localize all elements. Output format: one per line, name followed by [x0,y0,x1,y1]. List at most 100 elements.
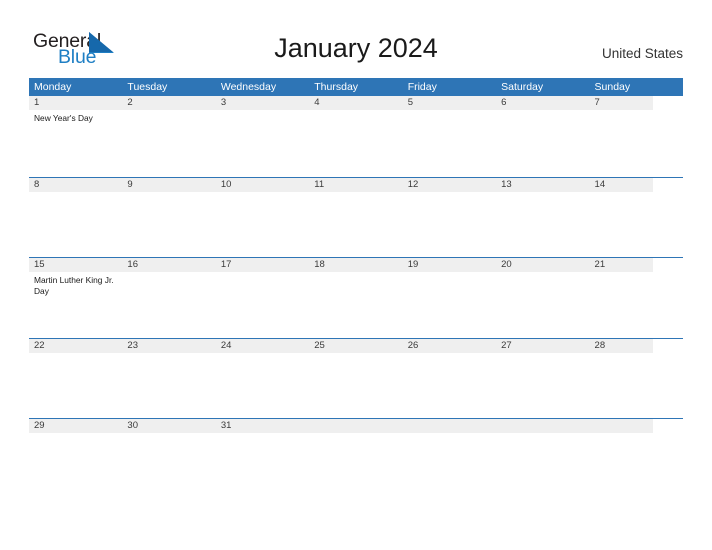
day-cell[interactable]: 3 [216,96,309,124]
day-cell[interactable]: 24 [216,339,309,356]
day-event: Martin Luther King Jr. Day [34,275,114,296]
day-events [34,433,122,436]
day-cell[interactable]: 12 [403,178,496,195]
day-number: 10 [220,178,232,190]
day-cell[interactable]: 20 [496,258,589,296]
day-number: 25 [314,339,325,351]
weekday-header-tuesday: Tuesday [127,81,168,93]
day-events: Martin Luther King Jr. Day [34,272,122,296]
day-cell[interactable]: 15 Martin Luther King Jr. Day [29,258,122,296]
day-number: 18 [314,259,325,270]
day-number: 5 [407,97,413,108]
day-events [314,192,402,195]
day-cell[interactable]: 10 [216,178,309,195]
day-number: 4 [314,97,320,108]
day-events [127,272,215,275]
day-events [501,272,589,275]
day-events [314,272,402,275]
day-cell[interactable]: 1 New Year's Day [29,96,122,124]
weekday-header-wednesday: Wednesday [220,81,277,93]
day-events [34,353,122,356]
day-events [127,110,215,113]
week-cells: 22 23 24 25 26 27 28 [29,339,683,356]
day-cell[interactable]: 2 [122,96,215,124]
day-cell[interactable]: 6 [496,96,589,124]
day-cell[interactable]: 14 [590,178,683,195]
day-cell[interactable]: 7 [590,96,683,124]
day-cell[interactable]: 8 [29,178,122,195]
calendar-week-row: 1 New Year's Day 2 3 4 5 6 7 [29,96,683,177]
day-cell[interactable]: 4 [309,96,402,124]
day-number: 17 [220,259,232,270]
day-cell[interactable]: 5 [403,96,496,124]
day-events [314,110,402,113]
day-number: 14 [594,178,606,190]
day-number: 6 [501,97,507,108]
week-cells: 8 9 10 11 12 13 14 [29,178,683,195]
day-number: 23 [127,339,138,351]
day-events [221,110,309,113]
weekday-header-sunday: Sunday [594,81,631,93]
day-number: 20 [501,259,512,270]
week-cells: 29 30 31 [29,419,683,436]
day-events [501,110,589,113]
day-number: 22 [34,339,45,351]
day-number: 1 [34,97,40,108]
day-event: New Year's Day [34,113,93,123]
day-number: 27 [501,339,512,351]
day-cell[interactable]: 19 [403,258,496,296]
day-cell[interactable]: 25 [309,339,402,356]
day-cell[interactable]: 16 [122,258,215,296]
day-number: 16 [127,259,138,270]
country-label: United States [601,46,683,61]
day-number: 26 [407,339,419,351]
day-events [501,433,589,436]
calendar-week-row: 15 Martin Luther King Jr. Day 16 17 18 19 20 21 [29,257,683,338]
day-events [314,433,402,436]
day-cell[interactable]: 23 [122,339,215,356]
day-cell[interactable]: 26 [403,339,496,356]
day-events [408,272,496,275]
day-events [34,192,122,195]
day-cell[interactable]: 30 [122,419,215,436]
day-cell-empty [590,419,683,436]
day-events [127,433,215,436]
day-number: 11 [314,178,325,190]
day-events [408,192,496,195]
week-cells: 15 Martin Luther King Jr. Day 16 17 18 19 20 21 [29,258,683,296]
day-cell[interactable]: 31 [216,419,309,436]
weekday-header-friday: Friday [407,81,437,93]
day-cell[interactable]: 28 [590,339,683,356]
day-cell[interactable]: 21 [590,258,683,296]
day-events: New Year's Day [34,110,122,124]
day-number: 21 [594,259,606,270]
calendar-week-row: 29 30 31 [29,418,683,499]
calendar-grid: Monday Tuesday Wednesday Thursday Friday… [29,78,683,499]
day-number: 30 [127,420,138,431]
day-events [595,272,683,275]
day-events [221,192,309,195]
day-cell[interactable]: 13 [496,178,589,195]
day-events [595,353,683,356]
day-number: 24 [220,339,232,351]
day-number: 7 [594,97,600,108]
day-number: 2 [127,97,133,108]
day-events [595,192,683,195]
weekday-header-saturday: Saturday [501,81,544,93]
day-events [501,353,589,356]
day-number: 15 [34,259,45,270]
day-cell[interactable]: 29 [29,419,122,436]
weekday-header-monday: Monday [34,81,72,93]
day-cell[interactable]: 18 [309,258,402,296]
day-number: 29 [34,420,45,431]
day-events [221,272,309,275]
day-cell[interactable]: 22 [29,339,122,356]
day-cell[interactable]: 17 [216,258,309,296]
day-cell[interactable]: 27 [496,339,589,356]
day-events [501,192,589,195]
day-cell[interactable]: 9 [122,178,215,195]
weekday-header-row: Monday Tuesday Wednesday Thursday Friday… [29,78,683,96]
day-cell[interactable]: 11 [309,178,402,195]
calendar-page: General Blue January 2024 United States … [0,0,712,550]
day-number: 31 [220,420,232,431]
